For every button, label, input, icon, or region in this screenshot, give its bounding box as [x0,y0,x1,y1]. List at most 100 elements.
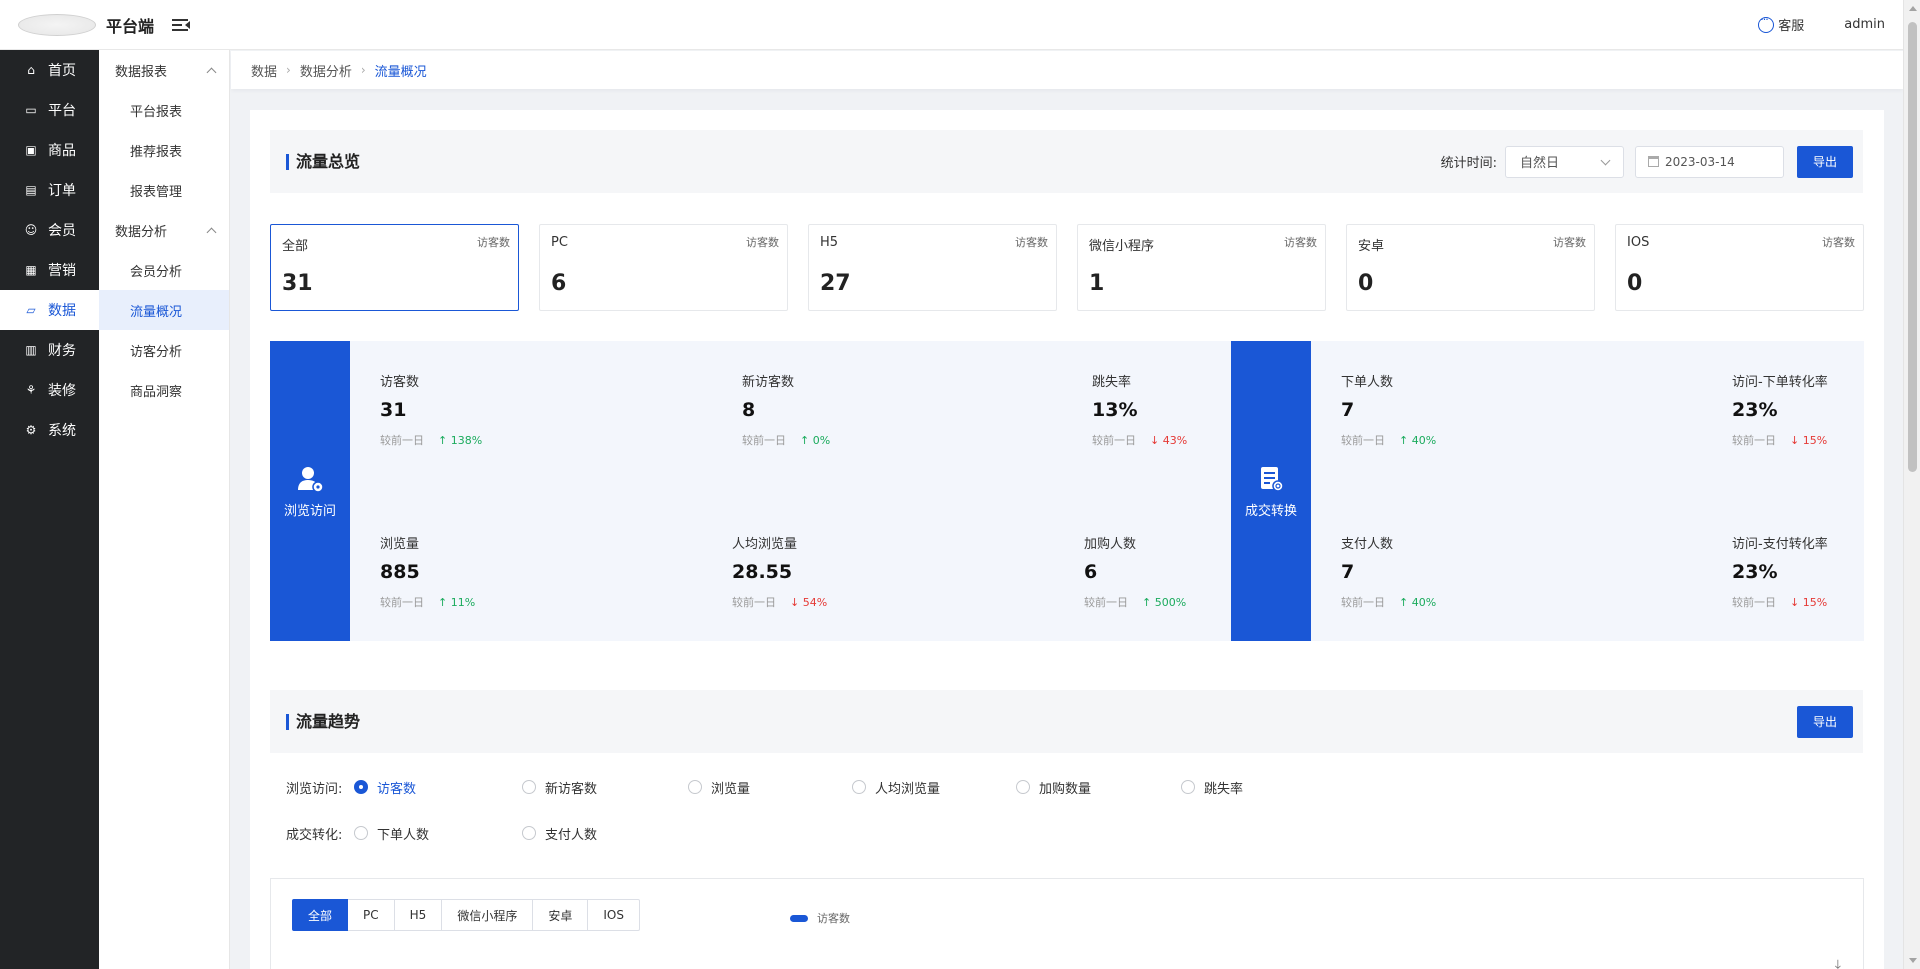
tab-pc[interactable]: PC [348,899,395,931]
compare-label: 较前一日 [1084,596,1128,609]
conversion-side: 成交转换 [1231,341,1311,641]
compare-label: 较前一日 [732,596,776,609]
radio-avg-views[interactable]: 人均浏览量 [852,778,940,797]
delta-value: 15% [1802,595,1828,609]
radio-order-users[interactable]: 下单人数 [354,824,429,843]
main-nav: ⌂ 首页 ▭ 平台 ▣ 商品 ▤ 订单 ☺ 会员 ▦ 营销 ▱ 数据 ▥ 财务 ⚘ 装修 ⚙ 系统 [0,50,99,969]
scroll-down-icon[interactable] [1909,958,1917,963]
date-picker[interactable]: 2023-03-14 [1635,145,1784,178]
source-card-pc[interactable]: PC 访客数 6 [539,224,788,311]
subnav-item-recommend-report[interactable]: 推荐报表 [99,130,229,170]
scroll-up-icon[interactable] [1909,6,1917,11]
browse-radio-group: 浏览访问: 访客数 新访客数 浏览量 人均浏览量 加购数量 跳失率 [286,777,1786,797]
customer-service-link[interactable]: 客服 [1778,15,1804,34]
export-button[interactable]: 导出 [1797,145,1853,178]
metric-value: 28.55 [732,561,793,583]
legend-label: 访客数 [817,912,850,925]
tab-ios[interactable]: IOS [588,899,640,931]
nav-item-label: 会员 [48,223,76,239]
subnav-item-member-analysis[interactable]: 会员分析 [99,250,229,290]
chevron-right-icon: › [286,63,291,77]
metric-order-users: 下单人数 7 较前一日 ↑ 40% [1341,371,1436,448]
radio-visitors[interactable]: 访客数 [354,778,416,797]
conversion-block: 成交转换 下单人数 7 较前一日 ↑ 40% 访问-下单转化率 23% 较前一日 ↓… [1231,341,1864,641]
metric-value: 23% [1732,561,1778,583]
breadcrumb-item[interactable]: 数据分析 [300,61,352,80]
conversion-title: 成交转换 [1244,503,1297,519]
radio-pay-users[interactable]: 支付人数 [522,824,597,843]
delta-value: 0% [812,433,831,447]
tab-all[interactable]: 全部 [292,899,349,931]
card-name: IOS [1627,235,1650,250]
nav-item-finance[interactable]: ▥ 财务 [0,330,99,370]
delta-down: ↓ 54% [790,595,828,609]
chevron-right-icon: › [360,63,366,77]
metric-avg-views: 人均浏览量 28.55 较前一日 ↓ 54% [732,533,827,610]
subnav-item-product-insight[interactable]: 商品洞察 [99,370,229,410]
subnav-group-analysis[interactable]: 数据分析 [99,210,229,250]
source-card-android[interactable]: 安卓 访客数 0 [1346,224,1595,311]
nav-item-platform[interactable]: ▭ 平台 [0,90,99,130]
radio-cart-adds[interactable]: 加购数量 [1016,778,1091,797]
tab-h5[interactable]: H5 [394,899,443,931]
home-icon: ⌂ [27,63,35,77]
source-card-ios[interactable]: IOS 访客数 0 [1615,224,1864,311]
metric-label: 新访客数 [742,375,795,390]
card-metric: 访客数 [1553,236,1586,249]
source-card-wechat[interactable]: 微信小程序 访客数 1 [1077,224,1326,311]
subnav-item-platform-report[interactable]: 平台报表 [99,90,229,130]
card-name: 安卓 [1358,239,1385,254]
nav-item-products[interactable]: ▣ 商品 [0,130,99,170]
subnav-item-visitor-analysis[interactable]: 访客分析 [99,330,229,370]
overview-header: 流量总览 统计时间: 自然日 2023-03-14 导出 [270,130,1863,193]
browse-metrics: 访客数 31 较前一日 ↑ 138% 新访客数 8 较前一日 ↑ 0% 跳失率 13… [350,341,1231,641]
subnav-group-label: 数据报表 [115,64,168,80]
radio-bounce-rate[interactable]: 跳失率 [1181,778,1243,797]
chevron-up-icon [206,227,217,237]
convert-radio-group: 成交转化: 下单人数 支付人数 [286,823,1786,843]
radio-label: 浏览量 [711,781,751,797]
visitor-icon [298,466,324,493]
delta-value: 138% [450,433,483,447]
subnav-group-reports[interactable]: 数据报表 [99,50,229,90]
source-card-all[interactable]: 全部 访客数 31 [270,224,519,311]
radio-page-views[interactable]: 浏览量 [688,778,750,797]
nav-item-orders[interactable]: ▤ 订单 [0,170,99,210]
delta-up: ↑ 138% [438,433,483,447]
nav-item-decoration[interactable]: ⚘ 装修 [0,370,99,410]
collapse-menu-icon[interactable] [172,17,191,33]
card-metric: 访客数 [746,236,779,249]
delta-up: ↑ 500% [1142,595,1187,609]
nav-item-system[interactable]: ⚙ 系统 [0,410,99,450]
metric-value: 6 [1084,561,1098,583]
radio-new-visitors[interactable]: 新访客数 [522,778,597,797]
period-select-value: 自然日 [1520,156,1560,171]
chat-icon[interactable] [1758,13,1775,33]
radio-circle [354,826,368,840]
nav-item-marketing[interactable]: ▦ 营销 [0,250,99,290]
card-metric: 访客数 [477,236,510,249]
tab-wechat[interactable]: 微信小程序 [442,899,534,931]
delta-down: ↓ 15% [1790,595,1828,609]
subnav-item-traffic-overview[interactable]: 流量概况 [99,290,229,330]
source-card-h5[interactable]: H5 访客数 27 [808,224,1057,311]
subnav-item-report-manage[interactable]: 报表管理 [99,170,229,210]
metric-pay-users: 支付人数 7 较前一日 ↑ 40% [1341,533,1436,610]
compare-label: 较前一日 [742,434,786,447]
nav-item-data[interactable]: ▱ 数据 [0,290,99,330]
period-select[interactable]: 自然日 [1505,145,1624,178]
scrollbar-thumb[interactable] [1908,22,1917,472]
breadcrumb-item[interactable]: 数据 [251,61,277,80]
metric-visitors: 访客数 31 较前一日 ↑ 138% [380,371,482,448]
compare-label: 较前一日 [1732,434,1776,447]
nav-item-members[interactable]: ☺ 会员 [0,210,99,250]
user-menu[interactable]: admin [1844,17,1885,32]
page-scrollbar[interactable] [1903,0,1920,969]
download-icon[interactable]: ⤓ [1835,957,1841,969]
chart-legend[interactable]: 访客数 [790,910,850,926]
calendar-icon [1648,156,1659,167]
tab-android[interactable]: 安卓 [533,899,589,931]
nav-item-home[interactable]: ⌂ 首页 [0,50,99,90]
gift-icon: ▦ [25,263,37,277]
trend-export-button[interactable]: 导出 [1797,705,1853,738]
